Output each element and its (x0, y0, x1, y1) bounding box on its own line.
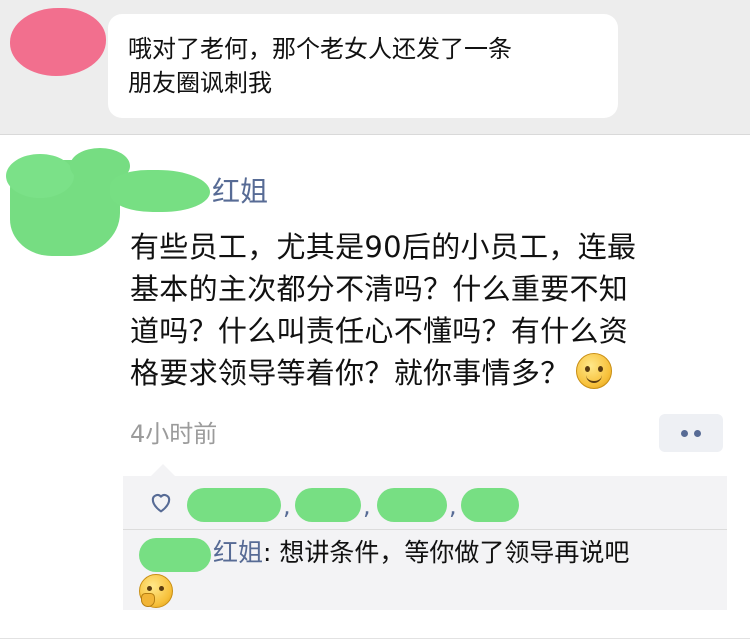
liker-separator: , (283, 492, 291, 520)
liker-separator: , (449, 492, 457, 520)
more-dots-icon (681, 430, 688, 437)
comment-text: 想讲条件，等你做了领导再说吧 (279, 538, 630, 567)
liker-name[interactable] (187, 488, 281, 522)
liker-name[interactable] (377, 488, 447, 522)
chat-area: 哦对了老何，那个老女人还发了一条 朋友圈讽刺我 (0, 0, 750, 135)
post-text-line: 道吗？什么叫责任心不懂吗？有什么资 (130, 314, 629, 348)
liker-name[interactable] (295, 488, 361, 522)
liker-name[interactable] (461, 488, 519, 522)
post-text-line: 格要求领导等着你？就你事情多？ (130, 356, 570, 390)
redacted-name (110, 170, 210, 212)
liker-separator: , (363, 492, 371, 520)
comment[interactable]: 红姐: 想讲条件，等你做了领导再说吧 (137, 534, 727, 572)
post-text: 有些员工，尤其是90后的小员工，连最 基本的主次都分不清吗？什么重要不知 道吗？… (130, 226, 730, 394)
post-text-line: 基本的主次都分不清吗？什么重要不知 (130, 272, 629, 306)
likes-comments-panel: , , , 红姐: 想讲条件，等你做了领导再说吧 (123, 464, 727, 610)
divider (0, 638, 750, 639)
post-text-line-last: 格要求领导等着你？就你事情多？ (130, 352, 730, 394)
sender-avatar[interactable] (10, 8, 106, 76)
smile-emoji-icon (575, 353, 612, 389)
likes-list: , , , (183, 480, 723, 524)
post-author-name[interactable]: 红姐 (212, 173, 268, 211)
chat-message-line: 哦对了老何，那个老女人还发了一条 (128, 35, 512, 63)
more-options-button[interactable] (659, 414, 723, 452)
divider (123, 529, 727, 530)
post-author-avatar[interactable] (6, 148, 130, 260)
comment-author-name[interactable]: 红姐 (213, 538, 263, 567)
post-timestamp: 4小时前 (130, 420, 218, 448)
heart-icon (151, 494, 171, 513)
chat-message-line: 朋友圈讽刺我 (128, 69, 272, 97)
chat-message-text: 哦对了老何，那个老女人还发了一条 朋友圈讽刺我 (128, 32, 608, 100)
post-text-line: 有些员工，尤其是90后的小员工，连最 (130, 230, 637, 264)
thinking-emoji-icon (139, 574, 173, 608)
chat-message-bubble[interactable]: 哦对了老何，那个老女人还发了一条 朋友圈讽刺我 (108, 14, 618, 118)
comment-colon: : (263, 538, 272, 567)
